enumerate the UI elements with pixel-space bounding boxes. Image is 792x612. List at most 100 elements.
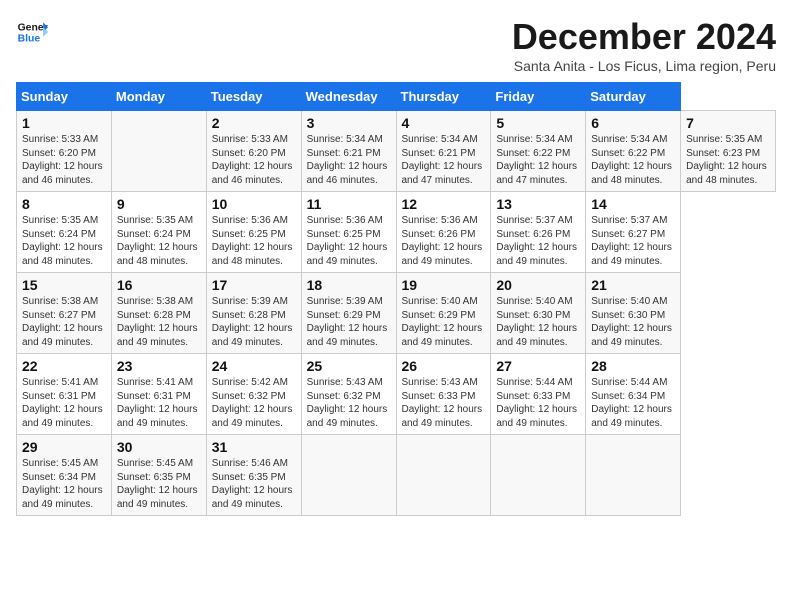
calendar-week: 1 Sunrise: 5:33 AMSunset: 6:20 PMDaylight… [17, 111, 776, 192]
day-info: Sunrise: 5:36 AMSunset: 6:25 PMDaylight:… [212, 214, 296, 268]
day-number: 31 [212, 439, 296, 455]
table-row: 8 Sunrise: 5:35 AMSunset: 6:24 PMDaylight… [17, 192, 112, 273]
table-row: 2Sunrise: 5:33 AMSunset: 6:20 PMDaylight… [206, 111, 301, 192]
day-number: 8 [22, 196, 106, 212]
table-row [491, 435, 586, 516]
table-row: 18 Sunrise: 5:39 AMSunset: 6:29 PMDayligh… [301, 273, 396, 354]
table-row: 10 Sunrise: 5:36 AMSunset: 6:25 PMDayligh… [206, 192, 301, 273]
calendar-week: 29 Sunrise: 5:45 AMSunset: 6:34 PMDayligh… [17, 435, 776, 516]
day-info: Sunrise: 5:38 AMSunset: 6:28 PMDaylight:… [117, 295, 201, 349]
table-row [586, 435, 681, 516]
day-info: Sunrise: 5:39 AMSunset: 6:29 PMDaylight:… [307, 295, 391, 349]
month-title: December 2024 [512, 16, 776, 58]
day-number: 29 [22, 439, 106, 455]
table-row: 13 Sunrise: 5:37 AMSunset: 6:26 PMDayligh… [491, 192, 586, 273]
day-number: 13 [496, 196, 580, 212]
header-row: SundayMondayTuesdayWednesdayThursdayFrid… [17, 83, 776, 111]
day-info: Sunrise: 5:34 AMSunset: 6:22 PMDaylight:… [591, 133, 675, 187]
table-row: 23Sunrise: 5:41 AMSunset: 6:31 PMDayligh… [111, 354, 206, 435]
day-number: 19 [402, 277, 486, 293]
day-number: 14 [591, 196, 675, 212]
calendar-week: 15 Sunrise: 5:38 AMSunset: 6:27 PMDayligh… [17, 273, 776, 354]
table-row: 30 Sunrise: 5:45 AMSunset: 6:35 PMDayligh… [111, 435, 206, 516]
table-row [111, 111, 206, 192]
col-header-monday: Monday [111, 83, 206, 111]
day-info: Sunrise: 5:36 AMSunset: 6:25 PMDaylight:… [307, 214, 391, 268]
day-number: 21 [591, 277, 675, 293]
day-number: 1 [22, 115, 106, 131]
day-info: Sunrise: 5:45 AMSunset: 6:34 PMDaylight:… [22, 457, 106, 511]
day-number: 26 [402, 358, 486, 374]
table-row: 29 Sunrise: 5:45 AMSunset: 6:34 PMDayligh… [17, 435, 112, 516]
page-header: General Blue December 2024 Santa Anita -… [16, 16, 776, 74]
table-row: 4Sunrise: 5:34 AMSunset: 6:21 PMDaylight… [396, 111, 491, 192]
day-number: 24 [212, 358, 296, 374]
logo-icon: General Blue [16, 16, 48, 48]
day-number: 28 [591, 358, 675, 374]
table-row: 24 Sunrise: 5:42 AMSunset: 6:32 PMDayligh… [206, 354, 301, 435]
table-row: 21 Sunrise: 5:40 AMSunset: 6:30 PMDayligh… [586, 273, 681, 354]
table-row: 17Sunrise: 5:39 AMSunset: 6:28 PMDayligh… [206, 273, 301, 354]
day-info: Sunrise: 5:44 AMSunset: 6:33 PMDaylight:… [496, 376, 580, 430]
day-info: Sunrise: 5:37 AMSunset: 6:26 PMDaylight:… [496, 214, 580, 268]
table-row: 25Sunrise: 5:43 AMSunset: 6:32 PMDayligh… [301, 354, 396, 435]
day-number: 15 [22, 277, 106, 293]
table-row: 9Sunrise: 5:35 AMSunset: 6:24 PMDaylight… [111, 192, 206, 273]
day-number: 22 [22, 358, 106, 374]
day-info: Sunrise: 5:40 AMSunset: 6:30 PMDaylight:… [591, 295, 675, 349]
table-row: 16 Sunrise: 5:38 AMSunset: 6:28 PMDayligh… [111, 273, 206, 354]
day-number: 30 [117, 439, 201, 455]
day-info: Sunrise: 5:34 AMSunset: 6:21 PMDaylight:… [307, 133, 391, 187]
table-row: 11 Sunrise: 5:36 AMSunset: 6:25 PMDayligh… [301, 192, 396, 273]
day-number: 4 [402, 115, 486, 131]
day-info: Sunrise: 5:33 AMSunset: 6:20 PMDaylight:… [22, 133, 106, 187]
table-row: 28Sunrise: 5:44 AMSunset: 6:34 PMDayligh… [586, 354, 681, 435]
table-row: 5 Sunrise: 5:34 AMSunset: 6:22 PMDaylight… [491, 111, 586, 192]
col-header-friday: Friday [491, 83, 586, 111]
subtitle: Santa Anita - Los Ficus, Lima region, Pe… [512, 58, 776, 74]
day-info: Sunrise: 5:40 AMSunset: 6:29 PMDaylight:… [402, 295, 486, 349]
day-info: Sunrise: 5:36 AMSunset: 6:26 PMDaylight:… [402, 214, 486, 268]
table-row [396, 435, 491, 516]
day-info: Sunrise: 5:42 AMSunset: 6:32 PMDaylight:… [212, 376, 296, 430]
day-info: Sunrise: 5:46 AMSunset: 6:35 PMDaylight:… [212, 457, 296, 511]
table-row: 3Sunrise: 5:34 AMSunset: 6:21 PMDaylight… [301, 111, 396, 192]
table-row: 1 Sunrise: 5:33 AMSunset: 6:20 PMDaylight… [17, 111, 112, 192]
day-number: 10 [212, 196, 296, 212]
logo: General Blue [16, 16, 48, 48]
table-row: 15 Sunrise: 5:38 AMSunset: 6:27 PMDayligh… [17, 273, 112, 354]
day-info: Sunrise: 5:35 AMSunset: 6:24 PMDaylight:… [22, 214, 106, 268]
day-number: 16 [117, 277, 201, 293]
day-info: Sunrise: 5:37 AMSunset: 6:27 PMDaylight:… [591, 214, 675, 268]
day-number: 25 [307, 358, 391, 374]
col-header-saturday: Saturday [586, 83, 681, 111]
day-number: 11 [307, 196, 391, 212]
table-row: 27 Sunrise: 5:44 AMSunset: 6:33 PMDayligh… [491, 354, 586, 435]
title-block: December 2024 Santa Anita - Los Ficus, L… [512, 16, 776, 74]
day-number: 18 [307, 277, 391, 293]
day-info: Sunrise: 5:45 AMSunset: 6:35 PMDaylight:… [117, 457, 201, 511]
day-info: Sunrise: 5:41 AMSunset: 6:31 PMDaylight:… [22, 376, 106, 430]
table-row: 19 Sunrise: 5:40 AMSunset: 6:29 PMDayligh… [396, 273, 491, 354]
day-info: Sunrise: 5:43 AMSunset: 6:33 PMDaylight:… [402, 376, 486, 430]
day-number: 12 [402, 196, 486, 212]
table-row [301, 435, 396, 516]
day-number: 20 [496, 277, 580, 293]
day-info: Sunrise: 5:40 AMSunset: 6:30 PMDaylight:… [496, 295, 580, 349]
calendar-week: 22 Sunrise: 5:41 AMSunset: 6:31 PMDayligh… [17, 354, 776, 435]
day-info: Sunrise: 5:38 AMSunset: 6:27 PMDaylight:… [22, 295, 106, 349]
day-number: 9 [117, 196, 201, 212]
calendar-table: SundayMondayTuesdayWednesdayThursdayFrid… [16, 82, 776, 516]
day-info: Sunrise: 5:35 AMSunset: 6:23 PMDaylight:… [686, 133, 770, 187]
day-number: 5 [496, 115, 580, 131]
day-number: 27 [496, 358, 580, 374]
table-row: 7 Sunrise: 5:35 AMSunset: 6:23 PMDaylight… [681, 111, 776, 192]
svg-text:Blue: Blue [18, 34, 41, 45]
table-row: 31 Sunrise: 5:46 AMSunset: 6:35 PMDayligh… [206, 435, 301, 516]
day-number: 17 [212, 277, 296, 293]
col-header-tuesday: Tuesday [206, 83, 301, 111]
day-number: 6 [591, 115, 675, 131]
day-number: 7 [686, 115, 770, 131]
day-info: Sunrise: 5:34 AMSunset: 6:22 PMDaylight:… [496, 133, 580, 187]
col-header-sunday: Sunday [17, 83, 112, 111]
